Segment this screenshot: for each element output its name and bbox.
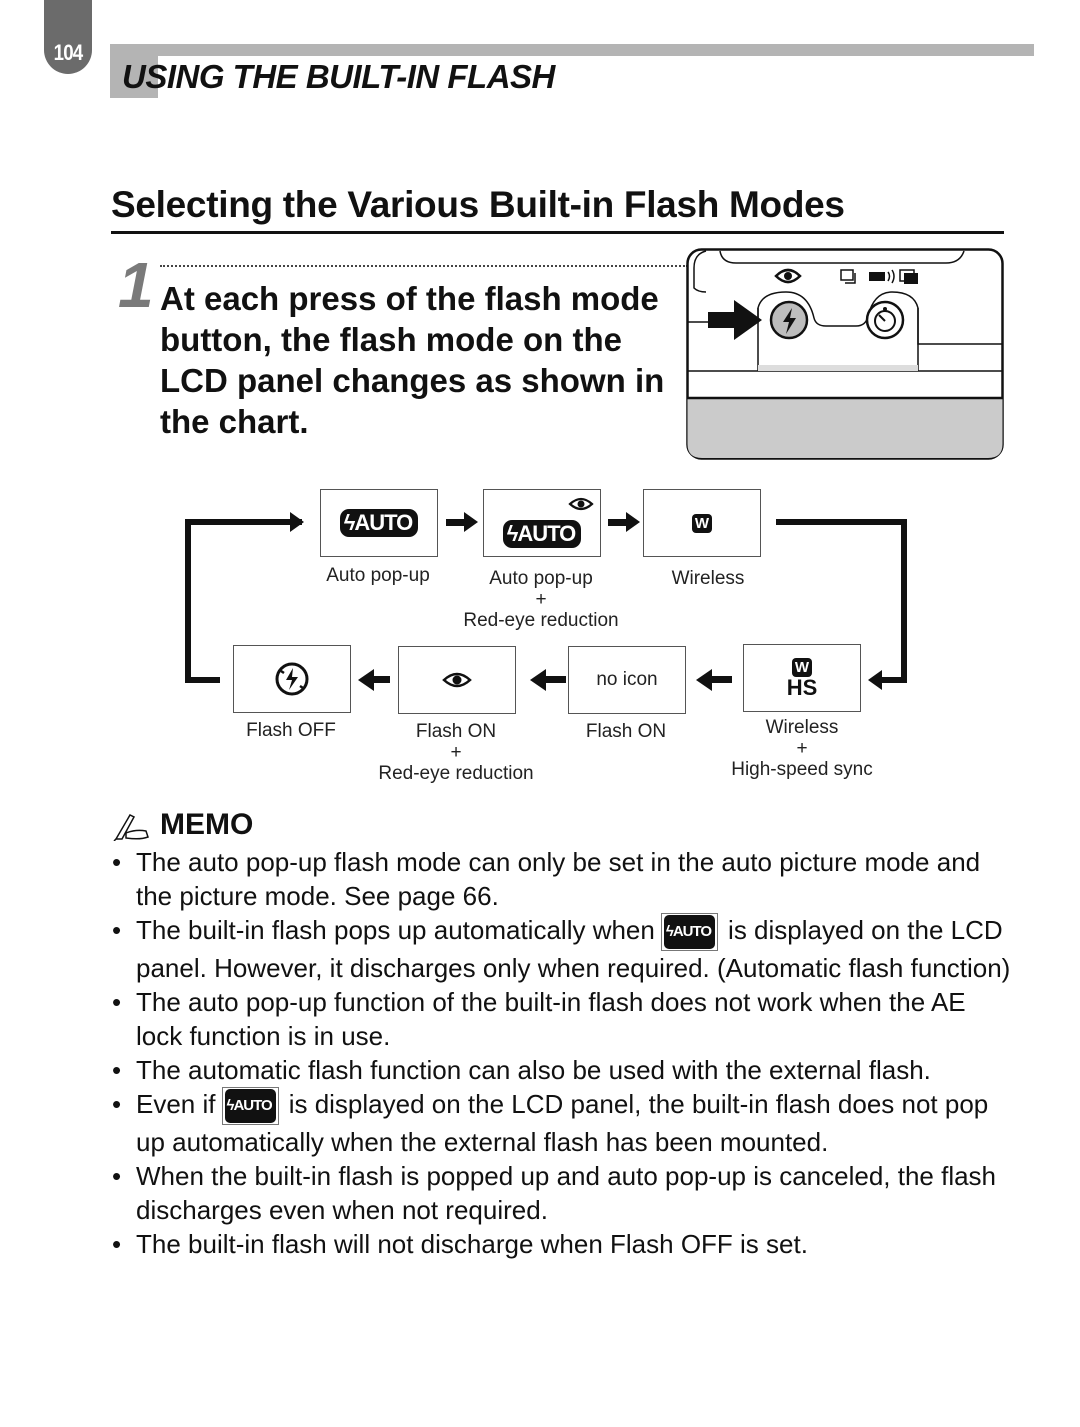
arrow-right-icon [608,512,640,532]
flash-auto-icon: ϟ AUTO [502,520,582,548]
redeye-icon [442,672,472,688]
high-speed-sync-icon: HS [786,674,818,700]
section-divider [111,231,1004,234]
step-dotted-leader [160,265,688,267]
memo-item: • The built-in flash pops up automaticall… [112,913,1011,984]
memo-item: • The auto pop-up flash mode can only be … [112,847,981,911]
mode-box-flash-on-redeye [398,646,516,714]
flash-auto-inline-icon: ϟ AUTO [660,913,719,952]
flash-mode-button[interactable] [769,300,809,340]
flash-off-icon [275,662,309,696]
mode-box-wireless-hs: W HS [743,644,861,712]
mode-label-wireless: Wireless [671,568,745,589]
arrow-left-icon [530,669,566,691]
memo-item: • When the built-in flash is popped up an… [112,1161,997,1226]
arrow-left-icon [696,669,732,691]
chapter-title: USING THE BUILT-IN FLASH [122,58,555,95]
arrow-right-icon [290,512,304,532]
page-number: 104 [53,40,84,65]
mode-box-wireless: W [643,489,761,557]
step-instruction: At each press of the flash mode button, … [160,280,665,440]
memo-item: • The auto pop-up function of the built-i… [112,987,966,1052]
flash-auto-inline-icon: ϟ AUTO [221,1087,279,1126]
writing-hand-icon [113,814,149,841]
redeye-icon [568,497,594,511]
header-bar [110,44,1034,56]
arrow-right-icon [446,512,478,532]
memo-title: MEMO [160,808,254,841]
memo-heading: MEMO [112,808,253,842]
no-icon-text: no icon [596,669,658,690]
self-timer-button[interactable] [865,300,905,340]
arrow-left-icon [358,669,390,691]
mode-box-flash-off [233,645,351,713]
mode-label-wireless-hs: Wireless + High-speed sync [731,717,873,780]
mode-box-flash-on: no icon [568,646,686,714]
memo-item: • The automatic flash function can also b… [112,1055,931,1086]
camera-top-illustration [686,248,1004,460]
flash-auto-icon: ϟ AUTO [339,509,419,537]
mode-box-auto-popup: ϟ AUTO [320,489,438,557]
wireless-icon: W [692,513,712,533]
memo-list: • The auto pop-up flash mode can only be … [112,845,1012,1261]
mode-box-auto-popup-redeye: ϟ AUTO [483,489,601,557]
section-title: Selecting the Various Built-in Flash Mod… [111,184,845,225]
memo-item: • The built-in flash will not discharge w… [112,1229,808,1260]
step-number: 1 [118,249,154,321]
arrow-left-icon [868,670,882,690]
wireless-icon: W [792,657,812,677]
memo-item: • Even if ϟ AUTO is displayed on the LCD pan… [112,1087,989,1158]
flash-mode-flow-chart: ϟ AUTO Auto pop-up ϟ AUTO Auto pop-up + Re… [180,480,920,800]
